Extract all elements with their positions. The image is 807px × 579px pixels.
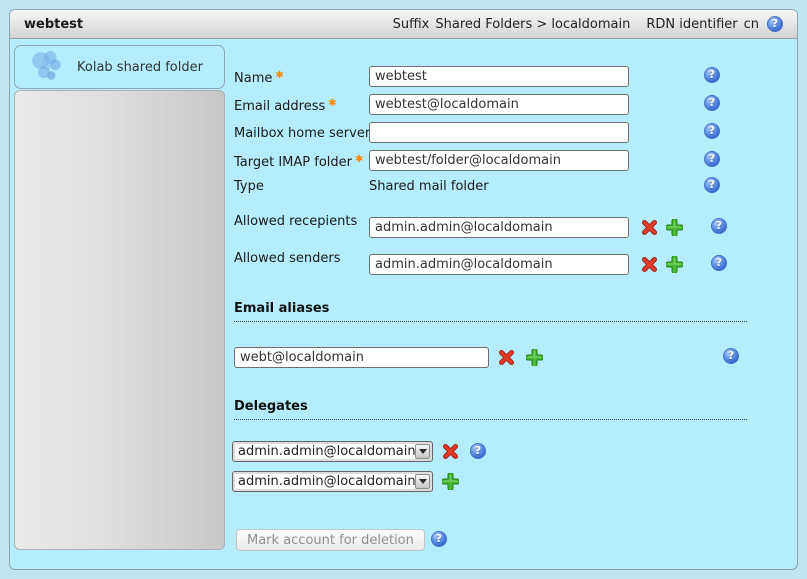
- help-icon[interactable]: ?: [704, 177, 720, 193]
- required-marker: ✱: [275, 70, 283, 81]
- delete-icon[interactable]: [641, 219, 658, 236]
- allowed-recepients-input[interactable]: [369, 217, 629, 238]
- target-imap-folder-input[interactable]: [369, 150, 629, 171]
- suffix-value: Shared Folders > localdomain: [435, 17, 630, 32]
- page-title: webtest: [24, 17, 83, 32]
- main-panel: webtest Suffix Shared Folders > localdom…: [9, 9, 798, 570]
- chevron-down-icon: [415, 444, 430, 459]
- delegate-select-value: admin.admin@localdomain: [233, 444, 415, 459]
- help-icon[interactable]: ?: [704, 123, 720, 139]
- suffix-label: Suffix: [393, 17, 430, 32]
- help-icon[interactable]: ?: [704, 151, 720, 167]
- field-label-allowed-senders: Allowed senders: [234, 251, 340, 266]
- kolab-icon: [29, 49, 65, 85]
- mark-account-for-deletion-button[interactable]: Mark account for deletion: [236, 529, 425, 551]
- mailbox-home-server-input[interactable]: [369, 122, 629, 143]
- field-label-name: Name✱: [234, 70, 284, 86]
- field-label-target-imap-folder: Target IMAP folder✱: [234, 154, 363, 170]
- delete-icon[interactable]: [442, 443, 459, 460]
- help-icon[interactable]: ?: [431, 531, 447, 547]
- field-label-mailbox-home-server: Mailbox home server: [234, 126, 370, 141]
- header-breadcrumb: Suffix Shared Folders > localdomain RDN …: [393, 16, 783, 32]
- tab-label: Kolab shared folder: [77, 60, 203, 75]
- delete-icon[interactable]: [641, 256, 658, 273]
- help-icon[interactable]: ?: [704, 67, 720, 83]
- sidebar-panel: [14, 90, 225, 550]
- tab-kolab-shared-folder[interactable]: Kolab shared folder: [14, 45, 225, 89]
- field-label-email-address: Email address✱: [234, 98, 337, 114]
- delegate-select[interactable]: admin.admin@localdomain: [232, 441, 433, 462]
- allowed-senders-input[interactable]: [369, 254, 629, 275]
- header-bar: webtest Suffix Shared Folders > localdom…: [10, 10, 797, 39]
- chevron-down-icon: [415, 474, 430, 489]
- type-value: Shared mail folder: [369, 179, 489, 194]
- help-icon[interactable]: ?: [704, 95, 720, 111]
- rdn-identifier-label: RDN identifier: [646, 17, 737, 32]
- field-label-type: Type: [234, 179, 264, 194]
- help-icon[interactable]: ?: [711, 255, 727, 271]
- help-icon[interactable]: ?: [767, 16, 783, 32]
- delete-icon[interactable]: [498, 349, 515, 366]
- delegate-select[interactable]: admin.admin@localdomain: [232, 471, 433, 492]
- help-icon[interactable]: ?: [711, 218, 727, 234]
- add-icon[interactable]: [526, 349, 543, 366]
- add-icon[interactable]: [442, 473, 459, 490]
- help-icon[interactable]: ?: [470, 443, 486, 459]
- name-input[interactable]: [369, 66, 629, 87]
- rdn-identifier-value: cn: [744, 17, 759, 32]
- required-marker: ✱: [328, 98, 336, 109]
- email-address-input[interactable]: [369, 94, 629, 115]
- sidebar: Kolab shared folder: [14, 45, 225, 551]
- section-title-delegates: Delegates: [234, 399, 747, 420]
- add-icon[interactable]: [666, 219, 683, 236]
- add-icon[interactable]: [666, 256, 683, 273]
- section-title-email-aliases: Email aliases: [234, 301, 747, 322]
- email-alias-input[interactable]: [234, 347, 489, 368]
- help-icon[interactable]: ?: [723, 348, 739, 364]
- required-marker: ✱: [355, 154, 363, 165]
- field-label-allowed-recepients: Allowed recepients: [234, 214, 357, 229]
- delegate-select-value: admin.admin@localdomain: [233, 474, 415, 489]
